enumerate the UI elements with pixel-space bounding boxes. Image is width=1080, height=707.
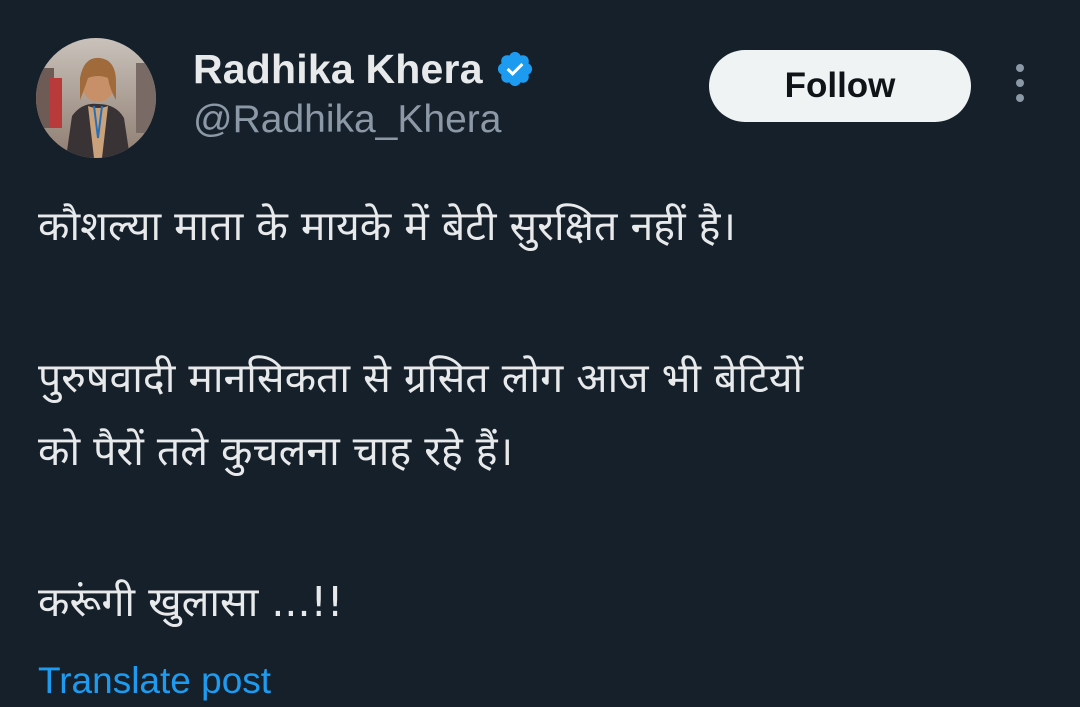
more-dot [1016,93,1024,102]
avatar[interactable] [36,38,156,158]
verified-badge-icon[interactable] [495,49,535,89]
translate-post-link[interactable]: Translate post [38,660,271,702]
post-paragraph: करूंगी खुलासा ...!! [38,578,344,626]
tweet: Radhika Khera @Radhika_Khera Follow कौशल… [0,0,1080,707]
author-name-row: Radhika Khera [193,44,535,94]
author-display-name[interactable]: Radhika Khera [193,46,483,93]
more-dot [1016,63,1024,72]
post-paragraph: कौशल्या माता के मायके में बेटी सुरक्षित … [38,202,736,250]
more-dot [1016,78,1024,87]
author-handle[interactable]: @Radhika_Khera [193,98,501,142]
more-options-icon[interactable] [1000,62,1040,110]
avatar-image [36,38,156,158]
post-paragraph: पुरुषवादी मानसिकता से ग्रसित लोग आज भी ब… [38,354,804,475]
follow-button[interactable]: Follow [709,50,971,122]
